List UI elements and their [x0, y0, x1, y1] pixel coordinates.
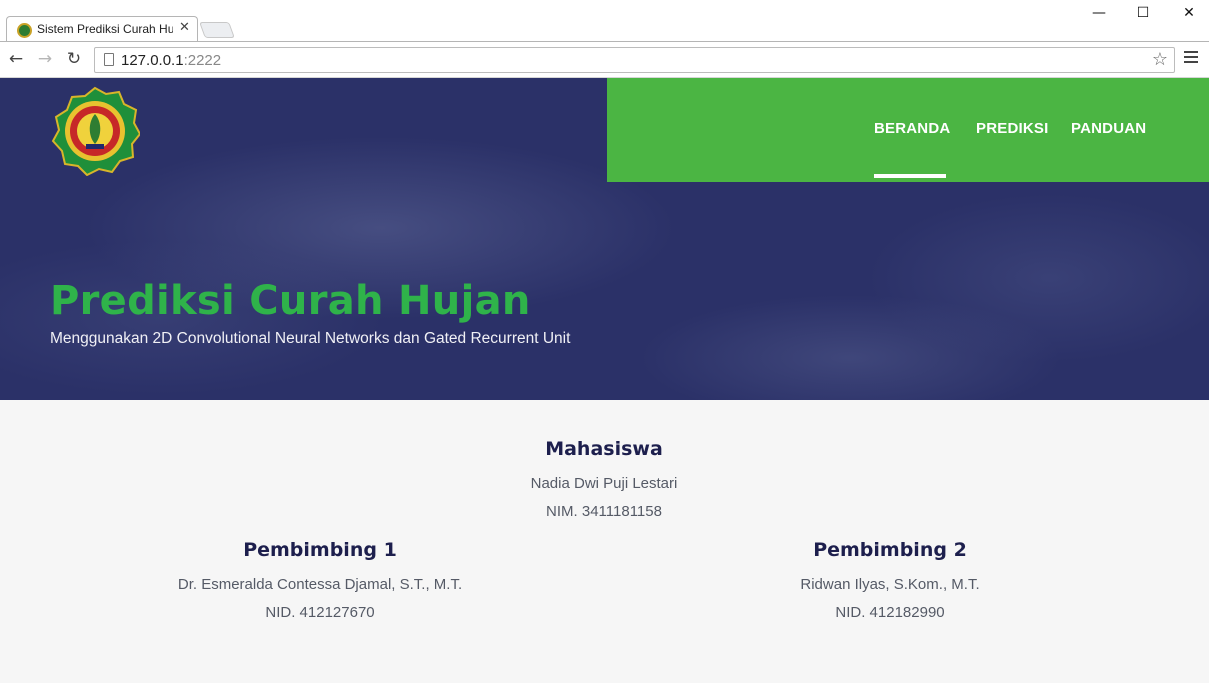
browser-titlebar: Sistem Prediksi Curah Huj ✕ — ☐ ✕	[0, 0, 1209, 42]
minimize-icon[interactable]: —	[1076, 2, 1122, 24]
pembimbing2-name: Ridwan Ilyas, S.Kom., M.T.	[800, 576, 980, 593]
people-section: Mahasiswa Nadia Dwi Puji Lestari NIM. 34…	[0, 400, 1209, 683]
nav-beranda[interactable]: BERANDA	[874, 120, 950, 137]
bookmark-star-icon[interactable]: ☆	[1152, 49, 1168, 70]
tab-title: Sistem Prediksi Curah Huj	[37, 22, 173, 36]
window-close-icon[interactable]: ✕	[1166, 2, 1209, 24]
favicon-icon	[17, 23, 32, 38]
pembimbing2-nid: NID. 412182990	[835, 604, 945, 621]
url-host: 127.0.0.1	[121, 52, 184, 69]
tab-close-icon[interactable]: ✕	[179, 20, 190, 35]
browser-menu-icon[interactable]	[1184, 51, 1198, 66]
back-arrow-icon[interactable]: ←	[5, 48, 27, 70]
reload-icon[interactable]: ↻	[63, 48, 85, 70]
pembimbing2-heading: Pembimbing 2	[813, 539, 967, 561]
pembimbing1-block: Pembimbing 1 Dr. Esmeralda Contessa Djam…	[120, 539, 520, 627]
url-port: :2222	[183, 52, 222, 69]
nav-prediksi[interactable]: PREDIKSI	[976, 120, 1048, 137]
forward-arrow-icon[interactable]: →	[34, 48, 56, 70]
maximize-icon[interactable]: ☐	[1120, 2, 1166, 24]
mahasiswa-nim: NIM. 3411181158	[546, 503, 662, 520]
pembimbing2-block: Pembimbing 2 Ridwan Ilyas, S.Kom., M.T. …	[690, 539, 1090, 627]
main-navbar: BERANDA PREDIKSI PANDUAN	[607, 78, 1209, 182]
hero-subtitle: Menggunakan 2D Convolutional Neural Netw…	[50, 330, 571, 347]
browser-toolbar: ← → ↻ 127.0.0.1:2222 ☆	[0, 41, 1209, 78]
hero-title: Prediksi Curah Hujan	[50, 278, 531, 324]
browser-tab[interactable]: Sistem Prediksi Curah Huj ✕	[6, 16, 198, 42]
page-icon	[104, 53, 114, 66]
mahasiswa-heading: Mahasiswa	[545, 438, 663, 460]
pembimbing1-name: Dr. Esmeralda Contessa Djamal, S.T., M.T…	[177, 576, 463, 593]
nav-panduan[interactable]: PANDUAN	[1071, 120, 1146, 137]
url-text[interactable]: 127.0.0.1:2222	[121, 52, 221, 69]
new-tab-button[interactable]	[199, 22, 235, 38]
mahasiswa-block: Mahasiswa Nadia Dwi Puji Lestari NIM. 34…	[404, 438, 804, 526]
active-nav-indicator	[874, 174, 946, 178]
mahasiswa-name: Nadia Dwi Puji Lestari	[530, 475, 678, 492]
university-logo[interactable]	[50, 86, 140, 176]
hero-section: BERANDA PREDIKSI PANDUAN Prediksi Curah …	[0, 78, 1209, 400]
pembimbing1-heading: Pembimbing 1	[243, 539, 397, 561]
pembimbing1-nid: NID. 412127670	[265, 604, 375, 621]
address-bar[interactable]: 127.0.0.1:2222 ☆	[94, 47, 1175, 73]
